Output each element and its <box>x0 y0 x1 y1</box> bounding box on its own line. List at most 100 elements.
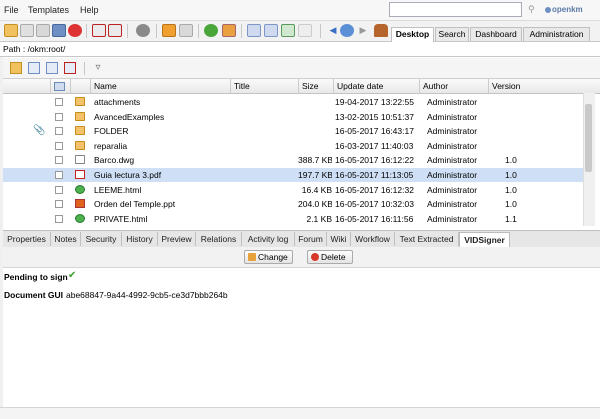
signer-icon[interactable] <box>374 24 388 37</box>
tab-desktop[interactable]: Desktop <box>391 27 434 42</box>
row-name[interactable]: Barco.dwg <box>94 153 229 167</box>
find-document-icon[interactable] <box>36 24 50 37</box>
table-row[interactable]: LEEME.html 16.4 KB 16-05-2017 16:12:32 Admi… <box>0 183 583 197</box>
add-subscription-icon[interactable] <box>264 24 278 37</box>
tab-properties[interactable]: Properties <box>3 232 51 246</box>
row-size: 204.0 KB <box>298 199 332 210</box>
row-name[interactable]: LEEME.html <box>94 183 229 197</box>
row-size: 2.1 KB <box>306 213 332 224</box>
tab-dashboard[interactable]: Dashboard <box>470 27 522 41</box>
folder-view-icon[interactable] <box>10 62 22 74</box>
tab-vidsigner[interactable]: VIDSigner <box>459 232 510 247</box>
create-folder-icon[interactable] <box>4 24 18 37</box>
table-row[interactable]: attachments 19-04-2017 13:22:55 Administra… <box>0 95 583 109</box>
record-view-icon[interactable] <box>64 62 76 74</box>
row-update-date: 19-04-2017 13:22:55 <box>335 97 414 107</box>
bookmark-icon[interactable] <box>247 24 261 37</box>
unlock-icon[interactable] <box>68 24 82 37</box>
html-icon <box>75 213 85 223</box>
row-size: 388.7 KB <box>298 155 332 166</box>
path-bar: Path : /okm:root/ <box>0 42 600 57</box>
table-row[interactable]: PRIVATE.html 2.1 KB 16-05-2017 16:11:56 Adm… <box>0 212 583 226</box>
checkin-icon[interactable] <box>179 24 193 37</box>
row-name[interactable]: AvancedExamples <box>94 110 229 124</box>
filter-icon[interactable]: ▿ <box>92 62 104 74</box>
row-name[interactable]: Guia lectura 3.pdf <box>94 168 229 182</box>
column-header-update-date[interactable]: Update date <box>333 79 419 93</box>
check-icon: ✔ <box>68 270 77 281</box>
change-button[interactable]: Change <box>244 250 293 264</box>
back-icon[interactable]: ◀ <box>326 24 340 37</box>
table-row[interactable]: AvancedExamples 13-02-2015 10:51:37 Admini… <box>0 110 583 124</box>
select-all-column[interactable] <box>50 79 68 93</box>
find-folder-icon[interactable] <box>20 24 34 37</box>
checkout-icon[interactable] <box>162 24 176 37</box>
table-row[interactable]: Barco.dwg 388.7 KB 16-05-2017 16:12:22 Admi… <box>0 153 583 167</box>
mail-view-icon[interactable] <box>46 62 58 74</box>
delete-document-icon[interactable] <box>108 24 122 37</box>
print-icon[interactable] <box>298 24 312 37</box>
tab-relations[interactable]: Relations <box>196 232 242 246</box>
column-header-version[interactable]: Version <box>488 79 583 93</box>
table-row[interactable]: reparalia 16-03-2017 11:40:03 Administrato… <box>0 139 583 153</box>
tab-search[interactable]: Search <box>435 27 469 41</box>
row-name[interactable]: FOLDER <box>94 124 229 138</box>
attachment-icon: 📎 <box>33 125 46 137</box>
tab-forum[interactable]: Forum <box>295 232 327 246</box>
row-name[interactable]: Orden del Temple.ppt <box>94 197 229 211</box>
tab-activity-log[interactable]: Activity log <box>242 232 295 246</box>
forward-icon[interactable]: ▶ <box>356 24 370 37</box>
home-icon[interactable] <box>222 24 236 37</box>
tab-administration[interactable]: Administration <box>523 27 590 41</box>
tab-wiki[interactable]: Wiki <box>327 232 351 246</box>
row-checkbox[interactable] <box>55 171 63 179</box>
row-size <box>298 139 332 153</box>
scrollbar-thumb[interactable] <box>585 104 592 172</box>
search-icon[interactable]: ⚲ <box>528 4 538 14</box>
logo-text: openkm <box>552 5 583 14</box>
column-header-title[interactable]: Title <box>230 79 298 93</box>
tab-text-extracted[interactable]: Text Extracted <box>395 232 459 246</box>
column-header-name[interactable]: Name <box>90 79 230 93</box>
table-row[interactable]: Orden del Temple.ppt 204.0 KB 16-05-2017 1… <box>0 197 583 211</box>
row-update-date: 16-03-2017 11:40:03 <box>335 140 414 151</box>
document-view-icon[interactable] <box>28 62 40 74</box>
row-checkbox[interactable] <box>55 112 63 121</box>
row-checkbox[interactable] <box>55 98 63 106</box>
row-author: Administrator <box>427 184 478 195</box>
lock-icon[interactable] <box>52 24 66 37</box>
add-document-icon[interactable] <box>92 24 106 37</box>
row-title <box>233 95 297 109</box>
tab-workflow[interactable]: Workflow <box>351 232 395 246</box>
row-checkbox[interactable] <box>55 200 63 209</box>
refresh-icon[interactable] <box>204 24 218 37</box>
table-row[interactable]: 📎 FOLDER 16-05-2017 16:43:17 Administrator <box>0 124 583 138</box>
row-checkbox[interactable] <box>55 185 63 194</box>
row-checkbox[interactable] <box>55 156 63 165</box>
download-icon[interactable] <box>281 24 295 37</box>
row-name[interactable]: attachments <box>94 95 229 109</box>
tab-security[interactable]: Security <box>81 232 122 246</box>
quick-search-input[interactable] <box>389 2 522 17</box>
row-checkbox[interactable] <box>55 214 63 223</box>
tab-preview[interactable]: Preview <box>158 232 196 246</box>
column-header-author[interactable]: Author <box>419 79 488 93</box>
row-name[interactable]: reparalia <box>94 139 229 153</box>
row-author: Administrator <box>427 140 478 151</box>
row-size: 197.7 KB <box>298 170 332 180</box>
column-header-size[interactable]: Size <box>298 79 333 93</box>
row-checkbox[interactable] <box>55 141 63 150</box>
help-icon[interactable] <box>340 24 354 37</box>
row-name[interactable]: PRIVATE.html <box>94 212 229 226</box>
menu-file[interactable]: File <box>4 5 19 15</box>
tab-history[interactable]: History <box>122 232 158 246</box>
menu-templates[interactable]: Templates <box>28 5 69 15</box>
row-title <box>233 168 297 182</box>
row-checkbox[interactable] <box>55 127 63 136</box>
row-version <box>505 124 525 138</box>
delete-button[interactable]: Delete <box>307 250 353 264</box>
gear-icon[interactable] <box>136 24 150 37</box>
menu-help[interactable]: Help <box>80 5 99 15</box>
tab-notes[interactable]: Notes <box>51 232 81 246</box>
table-row[interactable]: Guia lectura 3.pdf 197.7 KB 16-05-2017 11:… <box>0 168 583 182</box>
